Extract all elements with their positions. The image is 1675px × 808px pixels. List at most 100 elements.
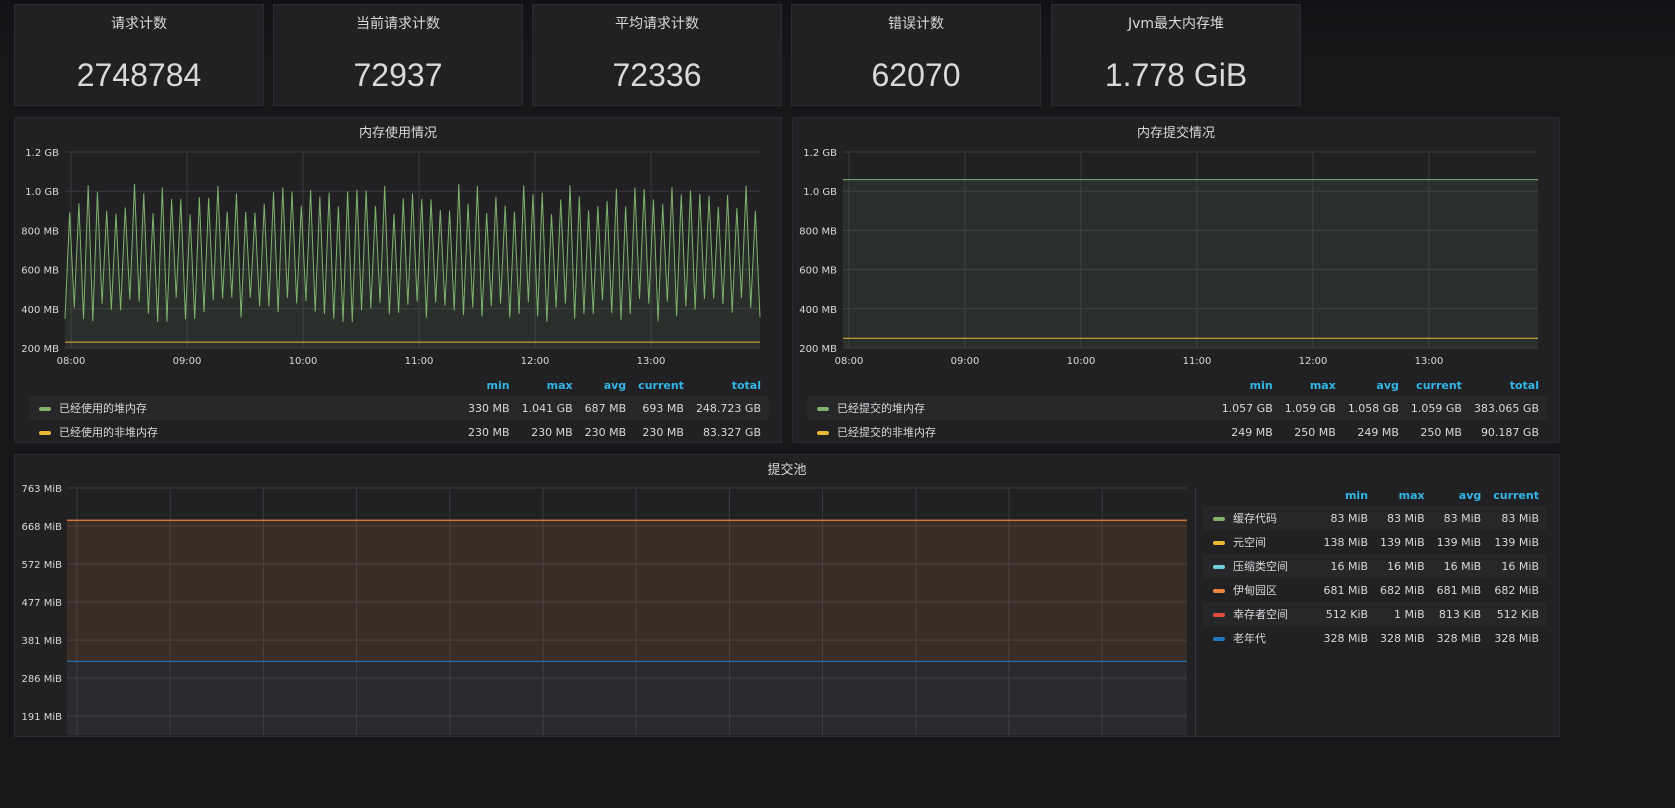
legend-row[interactable]: 压缩类空间 16 MiB 16 MiB 16 MiB 16 MiB	[1203, 554, 1547, 578]
y-tick-label: 400 MB	[799, 305, 837, 316]
legend-row[interactable]: 已经使用的非堆内存 230 MB 230 MB 230 MB 230 MB 83.327 …	[29, 420, 769, 444]
legend-row[interactable]: 老年代 328 MiB 328 MiB 328 MiB 328 MiB	[1203, 626, 1547, 650]
stat-title[interactable]: Jvm最大内存堆	[1052, 13, 1300, 33]
legend-series-name[interactable]: 已经提交的堆内存	[837, 402, 925, 415]
legend-value-max: 230 MB	[531, 425, 573, 439]
memory-commit-panel: 内存提交情况 1.2 GB 1.0 GB 800 MB 600 MB 400 MB 200…	[792, 117, 1560, 443]
legend-value-min: 249 MB	[1231, 425, 1273, 439]
legend-series-name[interactable]: 幸存者空间	[1233, 608, 1288, 621]
legend-value-avg: 813 KiB	[1432, 602, 1490, 626]
legend-header-total[interactable]: total	[1470, 374, 1547, 396]
legend-series-name[interactable]: 元空间	[1233, 536, 1266, 549]
legend-swatch[interactable]	[817, 431, 829, 435]
memory-usage-chart[interactable]: 1.2 GB 1.0 GB 800 MB 600 MB 400 MB 200 MB08:0…	[15, 140, 781, 390]
legend-series-name[interactable]: 老年代	[1233, 632, 1266, 645]
legend-row[interactable]: 已经提交的非堆内存 249 MB 250 MB 249 MB 250 MB 90.187 …	[807, 420, 1547, 444]
panel-title[interactable]: 提交池	[15, 459, 1559, 478]
x-tick-label: 08:00	[57, 356, 86, 367]
legend-header-current[interactable]: current	[1489, 484, 1547, 506]
memory-commit-chart[interactable]: 1.2 GB 1.0 GB 800 MB 600 MB 400 MB 200 MB08:0…	[793, 140, 1559, 390]
legend-swatch[interactable]	[1213, 637, 1225, 641]
x-tick-label: 09:00	[173, 356, 202, 367]
x-tick-label: 10:00	[289, 356, 318, 367]
stat-panel: 平均请求计数 72336	[532, 4, 782, 106]
legend-value-current: 83 MiB	[1489, 506, 1547, 530]
x-tick-label: 09:00	[951, 356, 980, 367]
stat-title[interactable]: 当前请求计数	[274, 13, 522, 33]
legend-swatch[interactable]	[1213, 613, 1225, 617]
legend-value-min: 512 KiB	[1319, 602, 1377, 626]
legend-row[interactable]: 已经提交的堆内存 1.057 GB 1.059 GB 1.058 GB 1.059 GB…	[807, 396, 1547, 420]
legend-header-min[interactable]: min	[1319, 484, 1376, 506]
legend-header-max[interactable]: max	[1281, 374, 1344, 396]
legend-value-total: 383.065 GB	[1469, 396, 1547, 420]
legend-header-total[interactable]: total	[692, 374, 769, 396]
x-tick-label: 10:00	[1067, 356, 1096, 367]
legend-value-avg: 328 MiB	[1436, 631, 1482, 645]
x-tick-label: 13:00	[637, 356, 666, 367]
legend-row[interactable]: 已经使用的堆内存 330 MB 1.041 GB 687 MB 693 MB 248.72…	[29, 396, 769, 420]
legend-series-name[interactable]: 已经使用的堆内存	[59, 402, 147, 415]
y-tick-label: 477 MiB	[21, 598, 62, 609]
legend-value-min: 1.057 GB	[1217, 396, 1281, 420]
y-tick-label: 286 MiB	[21, 674, 62, 685]
legend-row[interactable]: 缓存代码 83 MiB 83 MiB 83 MiB 83 MiB	[1203, 506, 1547, 530]
legend-value-max: 83 MiB	[1376, 506, 1433, 530]
legend-header-avg[interactable]: avg	[581, 374, 635, 396]
legend-value-max: 1.059 GB	[1280, 396, 1344, 420]
legend-series-name[interactable]: 缓存代码	[1233, 512, 1277, 525]
legend-value-max: 16 MiB	[1376, 554, 1433, 578]
stat-value: 2748784	[76, 57, 202, 93]
commit-pool-chart[interactable]: 763 MiB 668 MiB 572 MiB 477 MiB 381 MiB 286 M…	[15, 477, 1205, 737]
legend-swatch[interactable]	[39, 407, 51, 411]
stat-panel: 当前请求计数 72937	[273, 4, 523, 106]
legend-swatch[interactable]	[1213, 589, 1225, 593]
legend-value-min: 83 MiB	[1319, 506, 1377, 530]
stat-title[interactable]: 错误计数	[792, 13, 1040, 33]
legend-header-avg[interactable]: avg	[1433, 484, 1490, 506]
stat-title[interactable]: 请求计数	[15, 13, 263, 33]
legend-value-total: 248.723 GB	[691, 396, 769, 420]
y-tick-label: 600 MB	[799, 266, 837, 277]
y-tick-label: 600 MB	[21, 266, 59, 277]
legend-series-name[interactable]: 已经提交的非堆内存	[837, 426, 936, 439]
legend-series-name[interactable]: 压缩类空间	[1233, 560, 1288, 573]
legend-swatch[interactable]	[817, 407, 829, 411]
legend-value-max: 682 MiB	[1380, 583, 1425, 597]
legend-value-min: 330 MB	[464, 396, 518, 420]
legend-header-avg[interactable]: avg	[1344, 374, 1407, 396]
legend-header-min[interactable]: min	[1218, 374, 1281, 396]
legend-value-avg: 83 MiB	[1432, 506, 1490, 530]
legend-value-avg: 1.058 GB	[1343, 396, 1407, 420]
legend-header-current[interactable]: current	[1407, 374, 1470, 396]
stat-title[interactable]: 平均请求计数	[533, 13, 781, 33]
legend-value-avg: 681 MiB	[1436, 583, 1482, 597]
legend-header-min[interactable]: min	[464, 374, 518, 396]
x-tick-label: 08:00	[835, 356, 864, 367]
legend-row[interactable]: 幸存者空间 512 KiB 1 MiB 813 KiB 512 KiB	[1203, 602, 1547, 626]
legend-value-current: 512 KiB	[1489, 602, 1547, 626]
x-tick-label: 13:00	[1415, 356, 1444, 367]
legend-series-name[interactable]: 伊甸园区	[1233, 584, 1277, 597]
stat-panel: 请求计数 2748784	[14, 4, 264, 106]
legend-swatch[interactable]	[1213, 541, 1225, 545]
legend-series-name[interactable]: 已经使用的非堆内存	[59, 426, 158, 439]
legend-header-current[interactable]: current	[634, 374, 692, 396]
legend-value-current: 250 MB	[1420, 425, 1462, 439]
y-tick-label: 200 MB	[21, 344, 59, 355]
legend-swatch[interactable]	[1213, 517, 1225, 521]
y-tick-label: 668 MiB	[21, 522, 62, 533]
legend-header-max[interactable]: max	[1376, 484, 1433, 506]
legend-row[interactable]: 元空间 138 MiB 139 MiB 139 MiB 139 MiB	[1203, 530, 1547, 554]
legend-value-avg: 230 MB	[584, 425, 627, 439]
y-tick-label: 1.2 GB	[25, 148, 59, 159]
y-tick-label: 400 MB	[21, 305, 59, 316]
legend-swatch[interactable]	[39, 431, 51, 435]
y-tick-label: 1.0 GB	[803, 187, 837, 198]
legend-row[interactable]: 伊甸园区 681 MiB 682 MiB 681 MiB 682 MiB	[1203, 578, 1547, 602]
stat-value: 1.778 GiB	[1104, 57, 1248, 93]
legend-header-max[interactable]: max	[518, 374, 581, 396]
legend-swatch[interactable]	[1213, 565, 1225, 569]
panel-title[interactable]: 内存提交情况	[793, 122, 1559, 141]
panel-title[interactable]: 内存使用情况	[15, 122, 781, 141]
